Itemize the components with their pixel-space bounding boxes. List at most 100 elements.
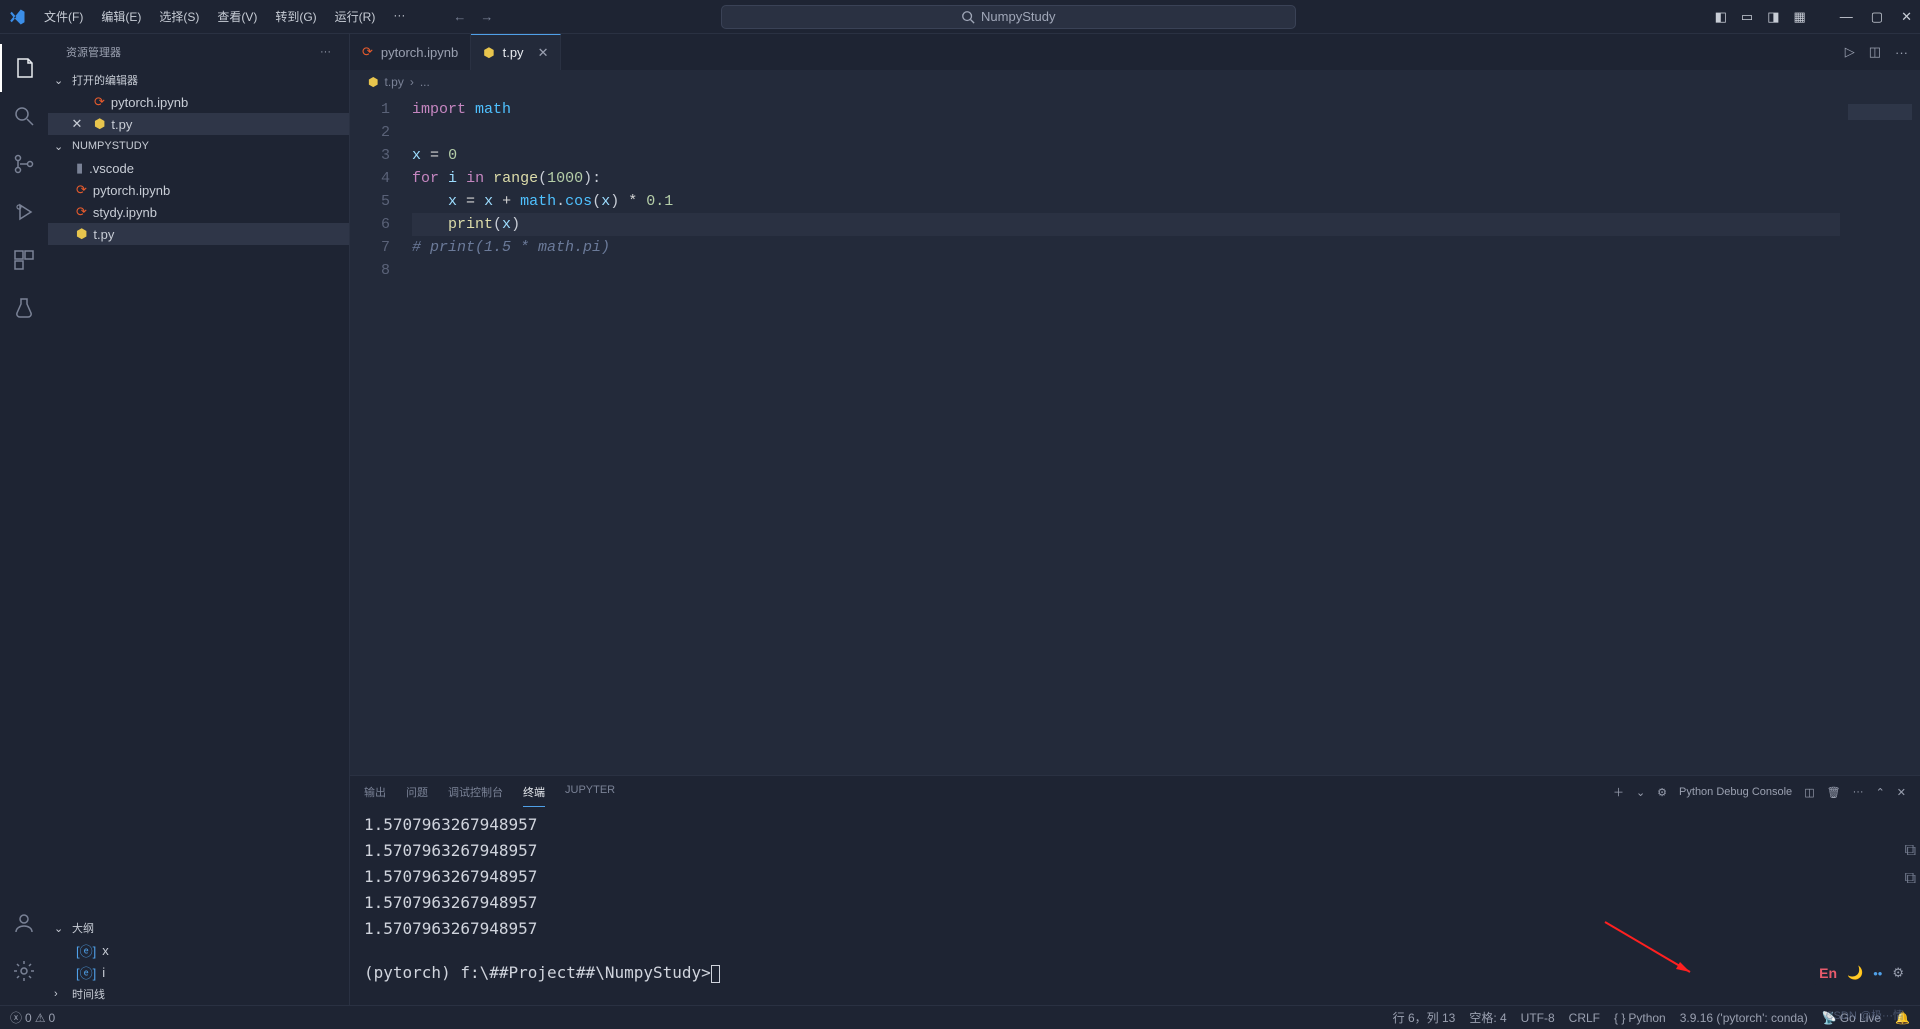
close-icon[interactable]: ✕ — [70, 116, 84, 132]
activity-testing[interactable] — [0, 284, 48, 332]
panel-tab[interactable]: 问题 — [406, 778, 428, 807]
editor-tab[interactable]: ⟳pytorch.ipynb — [350, 34, 471, 70]
window-minimize-icon[interactable]: — — [1840, 9, 1853, 25]
close-icon[interactable]: ✕ — [538, 45, 549, 61]
symbol-label: i — [102, 965, 105, 980]
open-editor-item[interactable]: ✕⬢t.py — [48, 113, 349, 135]
panel-tab[interactable]: 输出 — [364, 778, 386, 807]
open-editor-item[interactable]: ⟳pytorch.ipynb — [48, 91, 349, 113]
workspace-header[interactable]: ⌄ NUMPYSTUDY — [48, 135, 349, 157]
chevron-right-icon: › — [54, 988, 68, 1000]
split-icon[interactable]: ◫ — [1804, 786, 1814, 799]
side-icon-2[interactable]: ⧉ — [1905, 868, 1916, 888]
variable-icon: [ⓔ] — [76, 941, 96, 960]
nav-back-icon[interactable]: ← — [453, 9, 466, 24]
activity-explorer[interactable] — [0, 44, 48, 92]
debug-icon: ⚙ — [1657, 786, 1667, 799]
workspace-item[interactable]: ▮ .vscode — [48, 157, 349, 179]
window-close-icon[interactable]: ✕ — [1901, 9, 1912, 25]
chevron-up-icon[interactable]: ⌃ — [1876, 786, 1885, 799]
outline-item[interactable]: [ⓔ] i — [48, 961, 349, 983]
window-maximize-icon[interactable]: ▢ — [1871, 9, 1883, 25]
sidebar-title: 资源管理器 — [66, 44, 121, 60]
editor[interactable]: 12345678 import mathx = 0for i in range(… — [350, 94, 1920, 775]
status-eol[interactable]: CRLF — [1569, 1011, 1600, 1025]
python-icon: ⬢ — [94, 116, 105, 132]
tab-more-icon[interactable]: ··· — [1895, 45, 1908, 60]
open-editors-header[interactable]: ⌄ 打开的编辑器 — [48, 69, 349, 91]
file-label: t.py — [93, 227, 114, 242]
activity-search[interactable] — [0, 92, 48, 140]
ime-lang[interactable]: En — [1819, 965, 1837, 981]
jupyter-icon: ⟳ — [362, 44, 373, 60]
workspace-item[interactable]: ⟳stydy.ipynb — [48, 201, 349, 223]
menu-go[interactable]: 转到(G) — [267, 4, 324, 29]
timeline-header[interactable]: › 时间线 — [48, 983, 349, 1005]
command-center[interactable]: NumpyStudy — [721, 5, 1296, 29]
moon-icon[interactable]: 🌙 — [1847, 965, 1863, 981]
status-spaces[interactable]: 空格: 4 — [1469, 1009, 1506, 1026]
menu-selection[interactable]: 选择(S) — [151, 4, 207, 29]
breadcrumb-file: t.py — [384, 75, 403, 89]
menu-view[interactable]: 查看(V) — [209, 4, 265, 29]
activity-settings[interactable] — [0, 947, 48, 995]
split-editor-icon[interactable]: ◫ — [1869, 44, 1881, 60]
editor-group: ⟳pytorch.ipynb ⬢ t.py ✕ ▷ ◫ ··· ⬢ t.py › ..… — [350, 34, 1920, 1005]
layout-sidebar-left-icon[interactable]: ◧ — [1715, 9, 1727, 25]
code-content[interactable]: import mathx = 0for i in range(1000): x … — [412, 98, 1840, 775]
status-errors[interactable]: ⓧ 0 ⚠ 0 — [10, 1009, 55, 1026]
terminal[interactable]: 1.57079632679489571.57079632679489571.57… — [350, 808, 1920, 1005]
more-icon[interactable]: ··· — [1853, 786, 1864, 798]
python-icon: ⬢ — [483, 45, 494, 61]
variable-icon: [ⓔ] — [76, 963, 96, 982]
activity-scm[interactable] — [0, 140, 48, 188]
trash-icon[interactable]: 🗑 — [1827, 786, 1841, 799]
gutter: 12345678 — [350, 98, 412, 775]
activity-extensions[interactable] — [0, 236, 48, 284]
activity-account[interactable] — [0, 899, 48, 947]
python-icon: ⬢ — [368, 75, 378, 89]
vscode-logo-icon — [8, 8, 26, 26]
workspace-item[interactable]: ⬢t.py — [48, 223, 349, 245]
status-cursor[interactable]: 行 6，列 13 — [1393, 1009, 1456, 1026]
sidebar-more-icon[interactable]: ··· — [320, 46, 331, 58]
minimap[interactable] — [1840, 98, 1920, 775]
menu-file[interactable]: 文件(F) — [36, 4, 91, 29]
panel-tab[interactable]: 调试控制台 — [448, 778, 503, 807]
tab-label: t.py — [503, 45, 524, 60]
outline-label: 大纲 — [72, 920, 94, 936]
command-center-text: NumpyStudy — [981, 9, 1055, 24]
tabbar: ⟳pytorch.ipynb ⬢ t.py ✕ ▷ ◫ ··· — [350, 34, 1920, 70]
layout-customize-icon[interactable]: ▦ — [1793, 9, 1805, 25]
run-icon[interactable]: ▷ — [1845, 44, 1855, 60]
terminal-prompt: (pytorch) f:\##Project##\NumpyStudy> — [364, 963, 711, 982]
menu-edit[interactable]: 编辑(E) — [93, 4, 149, 29]
ime-dots-icon[interactable]: •• — [1873, 966, 1882, 981]
activity-debug[interactable] — [0, 188, 48, 236]
file-label: stydy.ipynb — [93, 205, 157, 220]
menu-run[interactable]: 运行(R) — [327, 4, 384, 29]
editor-tab[interactable]: ⬢ t.py ✕ — [471, 34, 561, 70]
terminal-new-icon[interactable]: ＋ — [1613, 784, 1624, 800]
nav-forward-icon[interactable]: → — [480, 9, 493, 24]
status-encoding[interactable]: UTF-8 — [1521, 1011, 1555, 1025]
folder-icon: ▮ — [76, 160, 83, 176]
outline-item[interactable]: [ⓔ]x — [48, 939, 349, 961]
panel-tab[interactable]: JUPYTER — [565, 778, 615, 807]
layout-panel-icon[interactable]: ▭ — [1741, 9, 1753, 25]
ime-settings-icon[interactable]: ⚙ — [1892, 965, 1904, 981]
menu-more[interactable]: ··· — [385, 4, 413, 29]
workspace-item[interactable]: ⟳pytorch.ipynb — [48, 179, 349, 201]
status-lang[interactable]: { } Python — [1614, 1011, 1666, 1025]
layout-sidebar-right-icon[interactable]: ◨ — [1767, 9, 1779, 25]
ime-toolbar[interactable]: En 🌙 •• ⚙ — [1813, 961, 1910, 985]
status-interpreter[interactable]: 3.9.16 ('pytorch': conda) — [1680, 1011, 1808, 1025]
outline-header[interactable]: ⌄ 大纲 — [48, 917, 349, 939]
close-panel-icon[interactable]: ✕ — [1897, 786, 1906, 799]
breadcrumb[interactable]: ⬢ t.py › ... — [350, 70, 1920, 94]
terminal-output-line: 1.5707963267948957 — [364, 864, 1906, 890]
panel-tab[interactable]: 终端 — [523, 778, 545, 807]
side-icon-1[interactable]: ⧉ — [1905, 840, 1916, 860]
chevron-down-icon[interactable]: ⌄ — [1636, 786, 1645, 799]
file-label: .vscode — [89, 161, 134, 176]
